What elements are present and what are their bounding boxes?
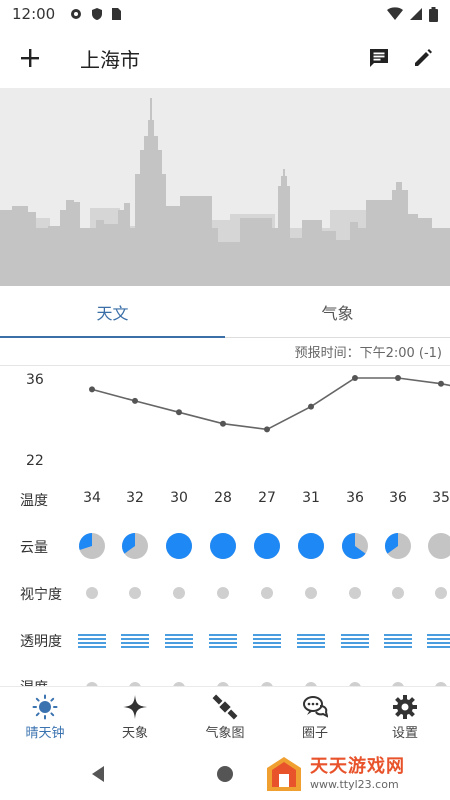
nav-item-clear-sky-clock[interactable]: 晴天钟 xyxy=(0,687,90,748)
temperature-value: 36 xyxy=(389,490,407,506)
transparency-marker xyxy=(384,634,412,648)
cloud-cover-pie xyxy=(298,533,324,559)
status-bar: 12:00 xyxy=(0,0,450,28)
transparency-marker xyxy=(427,634,450,648)
temperature-value: 34 xyxy=(83,490,101,506)
seeing-row xyxy=(86,587,447,599)
temperature-point xyxy=(438,380,444,387)
transparency-marker xyxy=(209,634,237,648)
temperature-point xyxy=(352,375,358,381)
city-skyline-image xyxy=(0,88,450,286)
temperature-series-line xyxy=(91,377,450,431)
status-time: 12:00 xyxy=(12,5,56,23)
transparency-marker xyxy=(253,634,281,648)
nav-label: 圈子 xyxy=(301,726,328,741)
temperature-point xyxy=(264,426,270,433)
bottom-navigation: 晴天钟 天象 气象图 圈子 设置 xyxy=(0,686,450,748)
tab-weather[interactable]: 气象 xyxy=(225,286,450,337)
transparency-marker xyxy=(78,634,106,648)
tab-astronomy[interactable]: 天文 xyxy=(0,286,225,338)
tab-bar: 天文 气象 xyxy=(0,286,450,338)
nav-label: 晴天钟 xyxy=(25,726,65,741)
sim-card-icon xyxy=(112,8,122,20)
message-icon[interactable] xyxy=(368,47,390,69)
add-location-button[interactable] xyxy=(0,30,60,86)
home-icon[interactable] xyxy=(216,765,234,783)
transparency-marker xyxy=(165,634,193,648)
cloud-cover-pie xyxy=(428,533,450,559)
signal-icon xyxy=(410,8,422,20)
city-title: 上海市 xyxy=(80,47,140,72)
nav-item-celestial[interactable]: 天象 xyxy=(90,687,180,748)
seeing-dot xyxy=(129,587,141,599)
cloud-cover-pie xyxy=(254,533,280,559)
transparency-marker xyxy=(121,634,149,648)
temperature-point xyxy=(308,403,314,410)
transparency-marker xyxy=(297,634,325,648)
cloud-cover-pie xyxy=(384,533,411,559)
temperature-point xyxy=(220,420,226,427)
seeing-dot xyxy=(392,587,404,599)
temperature-value: 30 xyxy=(170,490,188,506)
nav-label: 气象图 xyxy=(205,726,245,741)
shield-icon xyxy=(92,8,103,20)
plus-icon xyxy=(21,49,39,67)
seeing-dot xyxy=(305,587,317,599)
temperature-point xyxy=(395,375,401,381)
cloud-cover-pie xyxy=(210,533,236,559)
temperature-value: 32 xyxy=(126,490,144,506)
battery-icon xyxy=(429,6,438,22)
temperature-value: 35 xyxy=(432,490,450,506)
back-icon[interactable] xyxy=(90,765,106,783)
edit-pencil-icon[interactable] xyxy=(412,47,434,69)
row-label-temperature: 温度 xyxy=(20,493,48,509)
forecast-chart[interactable]: 36 22 温度 343230282731363635 云量 视宁度 透明度 湿… xyxy=(0,366,450,686)
temperature-line-chart xyxy=(89,375,450,433)
temperature-point xyxy=(89,386,95,393)
nav-label: 设置 xyxy=(391,726,418,741)
sun-icon xyxy=(32,694,58,720)
humidity-row xyxy=(86,682,447,686)
house-logo-icon xyxy=(267,757,301,791)
cloud-cover-pie xyxy=(342,533,368,559)
watermark-title: 天天游戏网 xyxy=(310,756,405,777)
sparkle-icon xyxy=(123,695,147,719)
temperature-value: 28 xyxy=(214,490,232,506)
seeing-dot xyxy=(217,587,229,599)
satellite-icon xyxy=(212,694,238,720)
chat-bubbles-icon xyxy=(303,696,328,718)
app-bar: 上海市 xyxy=(0,30,450,86)
cloud-cover-pie xyxy=(121,533,148,559)
nav-item-weather-map[interactable]: 气象图 xyxy=(180,687,270,748)
watermark-logo: 天天游戏网 www.ttyl23.com xyxy=(264,752,444,796)
nav-label: 天象 xyxy=(121,726,148,741)
transparency-row xyxy=(78,634,450,648)
nav-item-settings[interactable]: 设置 xyxy=(360,687,450,748)
wifi-icon xyxy=(387,7,403,20)
transparency-marker xyxy=(341,634,369,648)
seeing-dot xyxy=(86,587,98,599)
watermark-url: www.ttyl23.com xyxy=(310,778,399,791)
temperature-point xyxy=(132,397,138,404)
temperature-value: 36 xyxy=(346,490,364,506)
forecast-time: 预报时间：下午2:00 (-1) xyxy=(294,346,442,361)
seeing-dot xyxy=(261,587,273,599)
gear-icon xyxy=(393,695,417,719)
cloud-cover-pie xyxy=(79,533,105,559)
temperature-value: 31 xyxy=(302,490,320,506)
nav-item-community[interactable]: 圈子 xyxy=(270,687,360,748)
temperature-point xyxy=(176,409,182,416)
settings-gear-icon xyxy=(71,9,82,19)
temperature-value: 27 xyxy=(258,490,276,506)
cloud-cover-row xyxy=(79,533,450,559)
seeing-dot xyxy=(435,587,447,599)
seeing-dot xyxy=(173,587,185,599)
cloud-cover-pie xyxy=(166,533,192,559)
seeing-dot xyxy=(349,587,361,599)
